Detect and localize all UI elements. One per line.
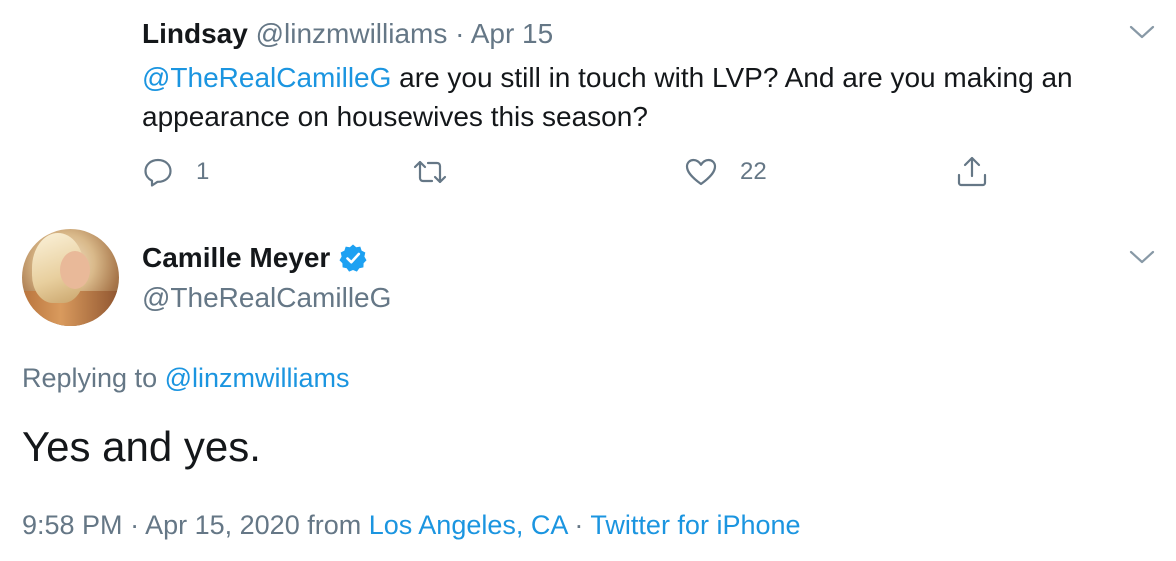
reply-date[interactable]: Apr 15: [471, 18, 554, 49]
main-tweet-menu-caret-icon[interactable]: [1127, 242, 1157, 272]
main-author-name[interactable]: Camille Meyer: [142, 238, 330, 278]
reply-mention-link[interactable]: @TheRealCamilleG: [142, 62, 391, 93]
main-author-handle[interactable]: @TheRealCamilleG: [142, 278, 391, 318]
meta-separator-2: ·: [574, 510, 584, 540]
tweet-time[interactable]: 9:58 PM: [22, 510, 123, 540]
avatar-photo-face: [60, 251, 90, 289]
main-tweet-text: Yes and yes.: [22, 423, 261, 470]
meta-separator-1: ·: [130, 510, 140, 540]
avatar[interactable]: [22, 229, 119, 326]
verified-badge-icon: [338, 243, 368, 273]
reply-tweet-text: @TheRealCamilleG are you still in touch …: [142, 58, 1152, 136]
share-action[interactable]: [955, 154, 989, 188]
replying-to-handle-link[interactable]: @linzmwilliams: [165, 363, 350, 393]
reply-count: 1: [196, 158, 210, 185]
retweet-action[interactable]: [412, 156, 448, 188]
reply-tweet-header: Lindsay @linzmwilliams · Apr 15: [142, 14, 553, 54]
replying-to-label: Replying to: [22, 363, 165, 393]
heart-icon: [684, 156, 718, 188]
location-link[interactable]: Los Angeles, CA: [369, 510, 567, 540]
reply-action[interactable]: 1: [142, 156, 209, 188]
like-count: 22: [740, 158, 767, 185]
reply-author-handle[interactable]: @linzmwilliams: [256, 18, 448, 49]
main-author-name-row: Camille Meyer: [142, 238, 368, 278]
reply-header-separator: ·: [455, 18, 465, 49]
replying-to-line: Replying to @linzmwilliams: [22, 358, 350, 398]
reply-bubble-icon: [142, 156, 174, 188]
like-action[interactable]: 22: [684, 156, 767, 188]
tweet-date[interactable]: Apr 15, 2020: [145, 510, 300, 540]
share-icon: [955, 154, 989, 188]
source-link[interactable]: Twitter for iPhone: [590, 510, 800, 540]
reply-author-name[interactable]: Lindsay: [142, 18, 248, 49]
tweet-meta-line: 9:58 PM · Apr 15, 2020 from Los Angeles,…: [22, 505, 801, 545]
retweet-icon: [412, 156, 448, 188]
from-label: from: [307, 510, 362, 540]
reply-tweet-menu-caret-icon[interactable]: [1127, 17, 1157, 47]
